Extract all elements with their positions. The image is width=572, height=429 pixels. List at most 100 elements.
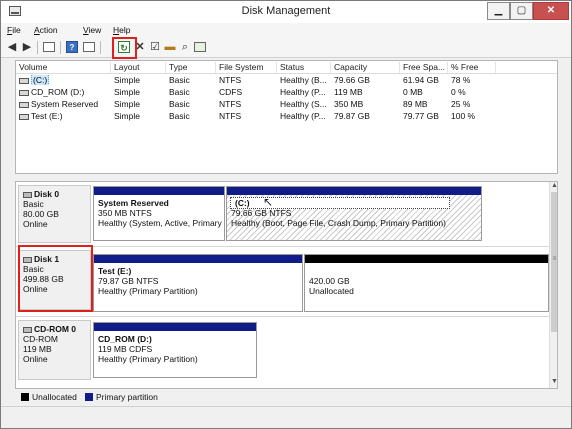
partition-name: System Reserved xyxy=(98,198,169,208)
layout-cell: Simple xyxy=(114,111,140,121)
rescan-highlight-box xyxy=(112,37,137,59)
disk-0-name: Disk 0 xyxy=(34,189,60,199)
percent-free-cell: 78 % xyxy=(451,75,471,85)
menu-file[interactable]: File xyxy=(7,25,21,35)
vertical-scrollbar[interactable]: ▲ ≡ ▼ xyxy=(549,182,557,388)
partition-name: CD_ROM (D:) xyxy=(98,334,152,344)
partition-info: System Reserved 350 MB NTFS Healthy (Sys… xyxy=(98,198,224,228)
disk-0-label[interactable]: Disk 0 Basic 80.00 GB Online xyxy=(18,185,91,243)
scroll-down-icon[interactable]: ▼ xyxy=(550,378,557,388)
minimize-button[interactable]: ▁ xyxy=(487,2,510,20)
partition-name: Test (E:) xyxy=(98,266,132,276)
column-type[interactable]: Type xyxy=(166,62,216,73)
column-file-system[interactable]: File System xyxy=(216,62,277,73)
partition-e[interactable]: Test (E:) 79.87 GB NTFS Healthy (Primary… xyxy=(93,254,303,312)
primary-partition-bar xyxy=(94,255,302,263)
partition-c[interactable]: (C:) 79.66 GB NTFS Healthy (Boot, Page F… xyxy=(226,186,482,241)
open-folder-icon[interactable]: ▬ xyxy=(164,41,176,53)
volume-cell: Test (E:) xyxy=(16,111,111,121)
column-percent-free[interactable]: % Free xyxy=(448,62,496,73)
legend: Unallocated Primary partition xyxy=(15,390,558,404)
column-capacity[interactable]: Capacity xyxy=(331,62,400,73)
help-icon[interactable]: ? xyxy=(66,41,78,53)
cdrom-0-name-line: CD-ROM 0 xyxy=(23,324,86,334)
cdrom-0-state: Online xyxy=(23,354,48,364)
column-layout[interactable]: Layout xyxy=(111,62,166,73)
column-volume[interactable]: Volume xyxy=(16,62,111,73)
status-cell: Healthy (P... xyxy=(280,111,326,121)
partition-unallocated[interactable]: 420.00 GB Unallocated xyxy=(304,254,549,312)
cdrom-0-label[interactable]: CD-ROM 0 CD-ROM 119 MB Online xyxy=(18,320,91,380)
partition-status: Healthy (Primary Partition) xyxy=(98,286,198,296)
percent-free-cell: 100 % xyxy=(451,111,476,121)
partition-info: 420.00 GB Unallocated xyxy=(309,266,549,296)
toolbar-separator xyxy=(100,41,101,54)
type-cell: Basic xyxy=(169,87,190,97)
menu-action[interactable]: Action xyxy=(34,25,58,35)
toolbar: ◀ ▶ ? ↻ ✕ ☑ ▬ ⌕ xyxy=(1,38,571,58)
volume-cell: System Reserved xyxy=(16,99,111,109)
volume-row-e[interactable]: Test (E:) Simple Basic NTFS Healthy (P..… xyxy=(16,110,557,122)
partition-status: Unallocated xyxy=(309,286,354,296)
column-status[interactable]: Status xyxy=(277,62,331,73)
title-bar[interactable]: Disk Management ▁ ▢ ✕ xyxy=(1,1,571,23)
capacity-cell: 119 MB xyxy=(334,87,363,97)
legend-primary-swatch xyxy=(85,393,93,401)
cdrom-icon xyxy=(19,89,29,96)
free-space-cell: 89 MB xyxy=(403,99,428,109)
file-system-cell: NTFS xyxy=(219,111,242,121)
capacity-cell: 79.87 GB xyxy=(334,111,370,121)
mouse-cursor-icon: ↖ xyxy=(263,195,274,209)
partition-status: Healthy (Primary Partition) xyxy=(98,354,198,364)
properties-icon[interactable] xyxy=(83,42,95,52)
partition-status: Healthy (System, Active, Primary xyxy=(98,218,222,228)
capacity-cell: 350 MB xyxy=(334,99,364,109)
refresh-icon[interactable] xyxy=(194,42,206,52)
menu-file-label: ile xyxy=(12,25,21,35)
partition-info: CD_ROM (D:) 119 MB CDFS Healthy (Primary… xyxy=(98,334,256,364)
search-icon[interactable]: ⌕ xyxy=(179,41,191,53)
disk-0-state: Online xyxy=(23,219,48,229)
disk-graphical-view: Disk 0 Basic 80.00 GB Online System Rese… xyxy=(15,181,558,389)
volume-name: (C:) xyxy=(31,75,50,85)
status-cell: Healthy (B... xyxy=(280,75,327,85)
volume-cell: CD_ROM (D:) xyxy=(16,87,111,97)
volume-name: System Reserved xyxy=(31,99,99,109)
scroll-grip-icon: ≡ xyxy=(552,256,557,262)
check-icon[interactable]: ☑ xyxy=(149,41,161,53)
disk-1-highlight-box xyxy=(18,245,93,312)
file-system-cell: CDFS xyxy=(219,87,243,97)
partition-name xyxy=(309,266,549,276)
column-free-space[interactable]: Free Spa... xyxy=(400,62,448,73)
cdrom-0-name: CD-ROM 0 xyxy=(34,324,77,334)
capacity-cell: 79.66 GB xyxy=(334,75,370,85)
partition-system-reserved[interactable]: System Reserved 350 MB NTFS Healthy (Sys… xyxy=(93,186,225,241)
volume-row-d[interactable]: CD_ROM (D:) Simple Basic CDFS Healthy (P… xyxy=(16,86,557,98)
scroll-up-icon[interactable]: ▲ xyxy=(550,182,557,192)
volume-icon xyxy=(19,77,29,84)
scrollbar-thumb[interactable] xyxy=(551,192,557,332)
forward-arrow-icon[interactable]: ▶ xyxy=(21,41,33,53)
partition-d[interactable]: CD_ROM (D:) 119 MB CDFS Healthy (Primary… xyxy=(93,322,257,378)
menu-view-label: iew xyxy=(88,25,102,35)
menu-bar: File Action View Help xyxy=(1,23,571,38)
partition-size: 350 MB NTFS xyxy=(98,208,152,218)
type-cell: Basic xyxy=(169,99,190,109)
partition-size: 79.66 GB NTFS xyxy=(231,208,292,218)
maximize-button[interactable]: ▢ xyxy=(510,2,533,20)
cdrom-icon xyxy=(23,326,32,333)
legend-unallocated-label: Unallocated xyxy=(32,392,77,402)
list-view-icon[interactable] xyxy=(43,42,55,52)
window-title: Disk Management xyxy=(241,5,331,17)
volume-cell: (C:) xyxy=(16,75,111,85)
menu-help[interactable]: Help xyxy=(113,25,130,35)
volume-row-c[interactable]: (C:) Simple Basic NTFS Healthy (B... 79.… xyxy=(16,74,557,86)
back-arrow-icon[interactable]: ◀ xyxy=(6,41,18,53)
volume-row-system-reserved[interactable]: System Reserved Simple Basic NTFS Health… xyxy=(16,98,557,110)
status-cell: Healthy (S... xyxy=(280,99,327,109)
menu-action-label: ction xyxy=(39,25,58,35)
volume-name: Test (E:) xyxy=(31,111,63,121)
type-cell: Basic xyxy=(169,75,190,85)
menu-view[interactable]: View xyxy=(83,25,101,35)
close-button[interactable]: ✕ xyxy=(533,2,569,20)
